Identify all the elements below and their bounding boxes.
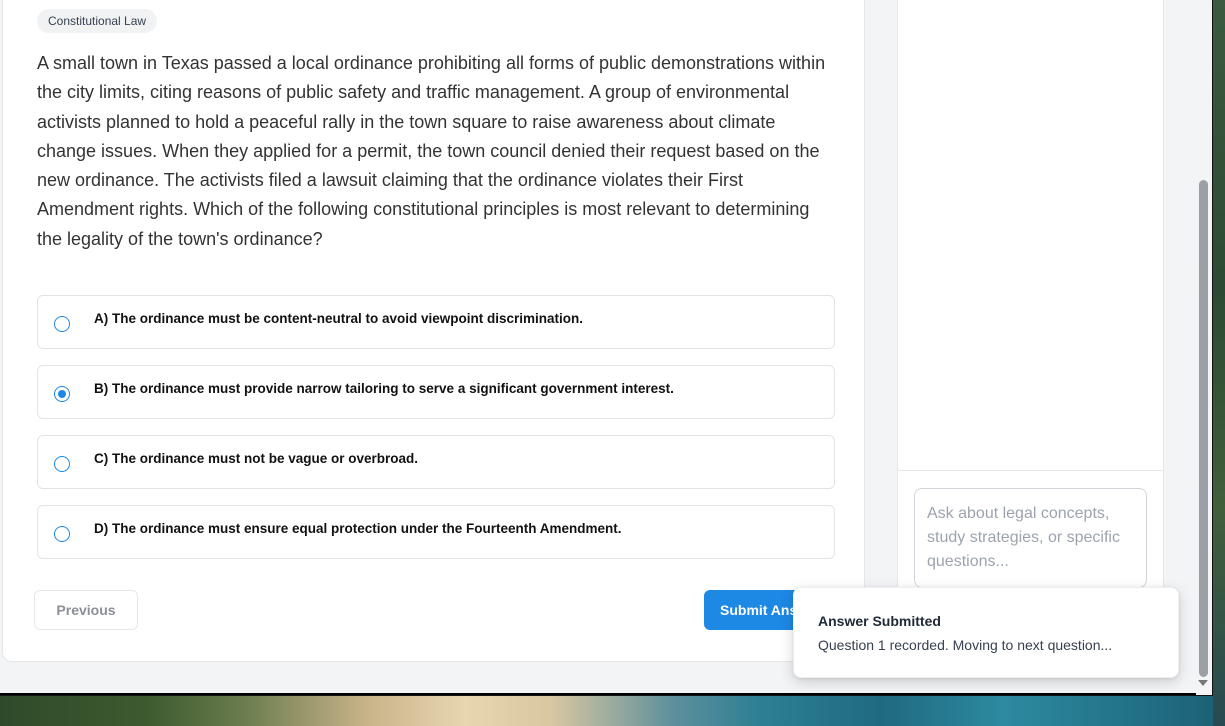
answer-option-d[interactable]: D) The ordinance must ensure equal prote… (37, 505, 835, 559)
toast-notification: Answer Submitted Question 1 recorded. Mo… (793, 587, 1179, 678)
answer-option-b[interactable]: B) The ordinance must provide narrow tai… (37, 365, 835, 419)
option-label: C) The ordinance must not be vague or ov… (94, 451, 419, 466)
scrollbar[interactable] (1196, 0, 1212, 695)
radio-button[interactable] (54, 526, 70, 542)
scrollbar-thumb[interactable] (1199, 180, 1208, 677)
desktop-wallpaper-edge (1213, 0, 1225, 726)
radio-button[interactable] (54, 456, 70, 472)
chat-input[interactable]: Ask about legal concepts, study strategi… (914, 488, 1147, 588)
desktop-wallpaper (0, 696, 1225, 726)
toast-title: Answer Submitted (818, 613, 941, 629)
chat-sidebar: Ask about legal concepts, study strategi… (897, 0, 1164, 600)
question-card: Constitutional Law A small town in Texas… (2, 0, 865, 662)
radio-button-selected[interactable] (54, 386, 70, 402)
option-label: B) The ordinance must provide narrow tai… (94, 381, 674, 396)
option-label: A) The ordinance must be content-neutral… (94, 311, 584, 326)
answer-option-c[interactable]: C) The ordinance must not be vague or ov… (37, 435, 835, 489)
category-badge: Constitutional Law (37, 9, 158, 33)
app-window: Constitutional Law A small town in Texas… (0, 0, 1212, 695)
answer-option-a[interactable]: A) The ordinance must be content-neutral… (37, 295, 835, 349)
toast-message: Question 1 recorded. Moving to next ques… (818, 637, 1113, 653)
scroll-down-arrow-icon[interactable] (1198, 680, 1208, 686)
previous-button[interactable]: Previous (34, 590, 138, 630)
option-label: D) The ordinance must ensure equal prote… (94, 521, 622, 536)
radio-button[interactable] (54, 316, 70, 332)
question-text: A small town in Texas passed a local ord… (37, 53, 826, 249)
divider (898, 470, 1163, 471)
